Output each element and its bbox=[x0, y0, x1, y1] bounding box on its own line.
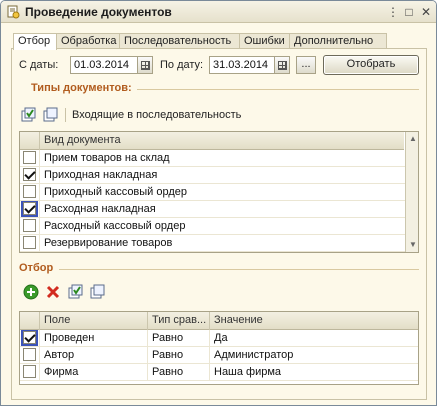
filter-value-cell[interactable]: Наша фирма bbox=[210, 364, 418, 381]
doc-type-row[interactable]: Приходная накладная bbox=[20, 167, 405, 184]
doc-types-section-title: Типы документов: bbox=[31, 82, 132, 94]
doc-type-checkbox[interactable] bbox=[21, 201, 38, 217]
tab-processing[interactable]: Обработка bbox=[56, 33, 120, 49]
field-column-header[interactable]: Поле bbox=[40, 312, 148, 330]
doc-type-checkbox[interactable] bbox=[23, 236, 36, 249]
maximize-button[interactable]: □ bbox=[402, 5, 416, 19]
period-select-button[interactable]: ... bbox=[296, 56, 316, 74]
date-to-label: По дату: bbox=[160, 59, 204, 71]
row-check-cell bbox=[20, 201, 40, 218]
tab-filter[interactable]: Отбор bbox=[13, 33, 57, 50]
check-column-header bbox=[20, 132, 40, 150]
date-to-input[interactable] bbox=[209, 56, 275, 74]
section-divider bbox=[137, 89, 419, 90]
date-from-input[interactable] bbox=[70, 56, 138, 74]
doc-type-label: Резервирование товаров bbox=[44, 237, 173, 249]
filter-use-checkbox[interactable] bbox=[23, 365, 36, 378]
doc-type-checkbox[interactable] bbox=[23, 185, 36, 198]
row-check-cell bbox=[20, 235, 40, 252]
filter-section-title: Отбор bbox=[19, 262, 54, 274]
filter-field-cell[interactable]: Автор bbox=[40, 347, 148, 364]
date-from-label: С даты: bbox=[19, 59, 59, 71]
doc-type-label: Приходная накладная bbox=[44, 169, 158, 181]
row-check-cell bbox=[20, 330, 40, 347]
in-sequence-toggle[interactable]: Входящие в последовательность bbox=[72, 109, 241, 121]
doc-type-label: Расходный кассовый ордер bbox=[44, 220, 186, 232]
filter-table-header: Поле Тип срав... Значение bbox=[20, 312, 418, 330]
filter-field-cell[interactable]: Проведен bbox=[40, 330, 148, 347]
calendar-icon bbox=[278, 61, 287, 70]
apply-filter-button[interactable]: Отобрать bbox=[323, 55, 419, 75]
filter-table: Поле Тип срав... Значение Проведен Равно Д… bbox=[19, 311, 419, 385]
document-posting-window: Проведение документов ⋮ □ ✕ Отбор Обрабо… bbox=[0, 0, 437, 406]
doc-type-label: Расходная накладная bbox=[44, 203, 156, 215]
doc-type-label: Прием товаров на склад bbox=[44, 152, 170, 164]
date-to-calendar-button[interactable] bbox=[274, 56, 290, 74]
doc-types-table-header: Вид документа bbox=[20, 132, 404, 150]
filter-field-cell[interactable]: Фирма bbox=[40, 364, 148, 381]
doc-kind-column-header[interactable]: Вид документа bbox=[40, 132, 404, 150]
doc-type-checkbox[interactable] bbox=[23, 168, 36, 181]
title-bar: Проведение документов ⋮ □ ✕ bbox=[1, 1, 436, 23]
uncheck-all-icon[interactable] bbox=[90, 284, 106, 300]
row-check-cell bbox=[20, 218, 40, 235]
add-icon[interactable] bbox=[23, 284, 39, 300]
filter-compare-cell[interactable]: Равно bbox=[148, 364, 210, 381]
doc-type-checkbox[interactable] bbox=[23, 219, 36, 232]
doc-type-checkbox[interactable] bbox=[23, 151, 36, 164]
tab-sequence[interactable]: Последовательность bbox=[119, 33, 240, 49]
section-divider bbox=[59, 269, 419, 270]
date-from-calendar-button[interactable] bbox=[137, 56, 153, 74]
value-column-header[interactable]: Значение bbox=[210, 312, 418, 330]
tab-additional[interactable]: Дополнительно bbox=[289, 33, 387, 49]
tab-errors[interactable]: Ошибки bbox=[239, 33, 290, 49]
check-all-icon[interactable] bbox=[68, 284, 84, 300]
check-column-header bbox=[20, 312, 40, 330]
doc-type-row[interactable]: Резервирование товаров bbox=[20, 235, 405, 252]
app-icon bbox=[7, 5, 20, 19]
doc-types-scrollbar[interactable]: ▲ ▼ bbox=[405, 132, 418, 252]
row-check-cell bbox=[20, 150, 40, 167]
filter-use-checkbox[interactable] bbox=[23, 348, 36, 361]
doc-type-row[interactable]: Прием товаров на склад bbox=[20, 150, 405, 167]
filter-use-checkbox[interactable] bbox=[21, 330, 38, 346]
check-all-icon[interactable] bbox=[21, 107, 37, 123]
filter-value-cell[interactable]: Да bbox=[210, 330, 418, 347]
calendar-icon bbox=[141, 61, 150, 70]
row-check-cell bbox=[20, 184, 40, 201]
doc-type-label: Приходный кассовый ордер bbox=[44, 186, 188, 198]
doc-type-row[interactable]: Расходный кассовый ордер bbox=[20, 218, 405, 235]
row-check-cell bbox=[20, 347, 40, 364]
delete-icon[interactable] bbox=[45, 284, 61, 300]
window-title: Проведение документов bbox=[25, 5, 172, 19]
scroll-down-icon[interactable]: ▼ bbox=[406, 238, 418, 252]
filter-row[interactable]: Автор Равно Администратор bbox=[20, 347, 418, 364]
doc-type-row[interactable]: Расходная накладная bbox=[20, 201, 405, 218]
filter-compare-cell[interactable]: Равно bbox=[148, 347, 210, 364]
row-check-cell bbox=[20, 167, 40, 184]
filter-compare-cell[interactable]: Равно bbox=[148, 330, 210, 347]
filter-row[interactable]: Фирма Равно Наша фирма bbox=[20, 364, 418, 381]
close-button[interactable]: ✕ bbox=[419, 5, 433, 19]
compare-column-header[interactable]: Тип срав... bbox=[148, 312, 210, 330]
uncheck-all-icon[interactable] bbox=[43, 107, 59, 123]
doc-type-row[interactable]: Приходный кассовый ордер bbox=[20, 184, 405, 201]
filter-value-cell[interactable]: Администратор bbox=[210, 347, 418, 364]
window-menu-button[interactable]: ⋮ bbox=[386, 5, 400, 19]
doc-types-table: Вид документа Прием товаров на склад Прих… bbox=[19, 131, 419, 253]
filter-row[interactable]: Проведен Равно Да bbox=[20, 330, 418, 347]
toolbar-separator bbox=[65, 108, 66, 122]
row-check-cell bbox=[20, 364, 40, 381]
scroll-up-icon[interactable]: ▲ bbox=[406, 132, 418, 146]
